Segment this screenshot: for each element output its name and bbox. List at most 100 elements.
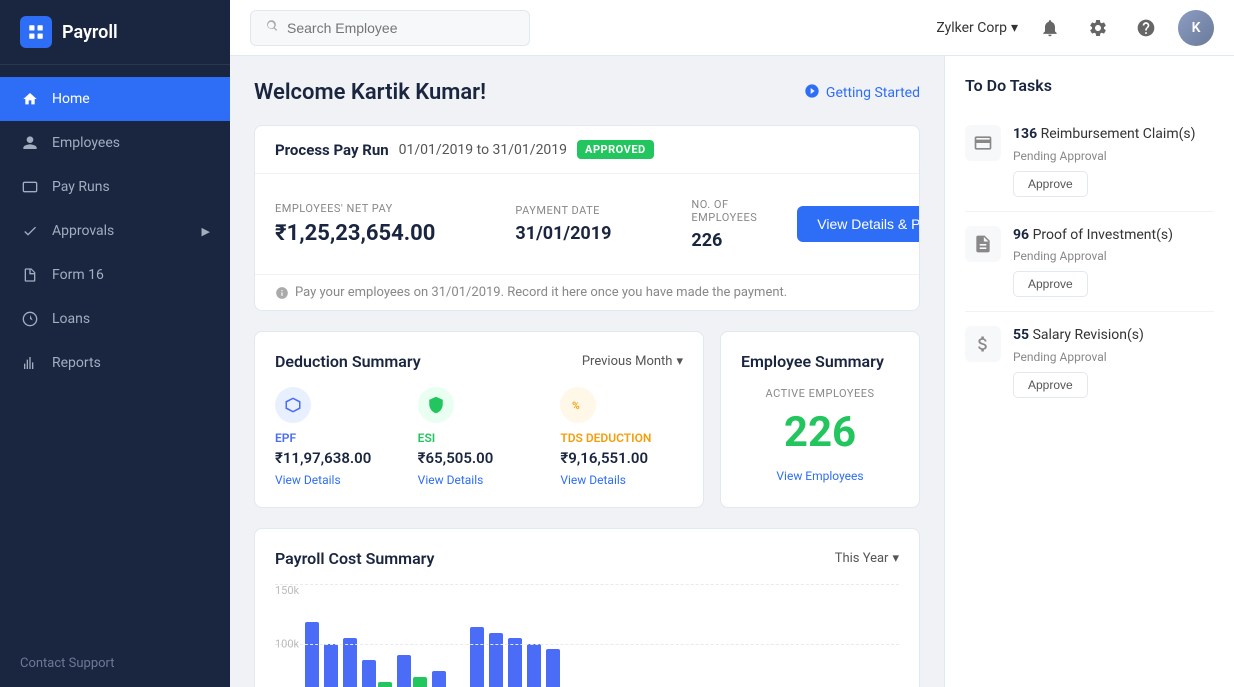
welcome-title: Welcome Kartik Kumar! — [254, 80, 486, 105]
cost-period-selector[interactable]: This Year ▾ — [835, 551, 899, 566]
employees-net-pay-metric: EMPLOYEES' NET PAY ₹1,25,23,654.00 — [275, 202, 435, 246]
view-employees-link[interactable]: View Employees — [741, 469, 899, 483]
active-employees-count: 226 — [741, 408, 899, 457]
notifications-button[interactable] — [1034, 12, 1066, 44]
esi-icon — [418, 387, 454, 423]
payroll-cost-chart: 150k 100k — [275, 584, 899, 687]
search-input[interactable] — [287, 20, 515, 36]
home-icon — [20, 89, 40, 109]
no-employees-value: 226 — [691, 230, 757, 251]
todo-proof-content: 96 Proof of Investment(s) Pending Approv… — [1013, 226, 1214, 298]
todo-salary-count: 55 — [1013, 327, 1029, 343]
reimbursement-approve-button[interactable]: Approve — [1013, 171, 1088, 197]
todo-item-proof-investment: 96 Proof of Investment(s) Pending Approv… — [965, 212, 1214, 313]
content-area: Welcome Kartik Kumar! Getting Started Pr… — [230, 56, 1234, 687]
reports-icon — [20, 353, 40, 373]
todo-proof-subtitle: Pending Approval — [1013, 249, 1214, 263]
tds-type-label: TDS DEDUCTION — [560, 431, 683, 445]
sidebar-item-reports[interactable]: Reports — [0, 341, 230, 385]
search-icon — [265, 19, 279, 37]
no-employees-metric: NO. OF EMPLOYEES 226 — [691, 198, 757, 251]
approvals-icon — [20, 221, 40, 241]
sidebar-item-reports-label: Reports — [52, 355, 101, 371]
deduction-card-header: Deduction Summary Previous Month ▾ — [275, 352, 683, 371]
chart-bar-group — [489, 633, 503, 687]
getting-started-label: Getting Started — [826, 85, 920, 101]
search-bar[interactable] — [250, 10, 530, 46]
avatar[interactable]: K — [1178, 10, 1214, 46]
employees-net-pay-value: ₹1,25,23,654.00 — [275, 221, 435, 246]
proof-approve-button[interactable]: Approve — [1013, 271, 1088, 297]
netpay-bar — [432, 671, 446, 687]
sidebar-item-loans[interactable]: Loans — [0, 297, 230, 341]
sidebar-logo[interactable]: Payroll — [0, 0, 230, 65]
esi-type-label: ESI — [418, 431, 541, 445]
deduction-item-esi: ESI ₹65,505.00 View Details — [418, 387, 541, 487]
sidebar-item-loans-label: Loans — [52, 311, 90, 327]
deduction-period-selector[interactable]: Previous Month ▾ — [582, 354, 683, 369]
chart-bar-group — [546, 649, 560, 687]
todo-salary-type: Salary Revision(s) — [1033, 327, 1144, 343]
company-selector[interactable]: Zylker Corp ▾ — [936, 20, 1018, 36]
todo-salary-text: 55 Salary Revision(s) — [1013, 326, 1214, 346]
header: Zylker Corp ▾ K — [230, 0, 1234, 56]
deduction-summary-card: Deduction Summary Previous Month ▾ EP — [254, 331, 704, 508]
welcome-section: Welcome Kartik Kumar! Getting Started — [254, 80, 920, 105]
no-employees-label: NO. OF EMPLOYEES — [691, 198, 757, 224]
company-chevron-icon: ▾ — [1011, 20, 1018, 36]
netpay-bar — [508, 638, 522, 687]
chart-bar-group — [343, 638, 357, 687]
form16-icon — [20, 265, 40, 285]
settings-button[interactable] — [1082, 12, 1114, 44]
netpay-bar — [305, 622, 319, 687]
deduction-period-chevron-icon: ▾ — [676, 354, 683, 369]
chart-bar-group — [397, 655, 427, 687]
svg-text:%: % — [572, 399, 580, 412]
todo-reimbursement-type: Reimbursement Claim(s) — [1041, 126, 1196, 142]
sidebar: Payroll Home Employees Pay Runs — [0, 0, 230, 687]
sidebar-nav: Home Employees Pay Runs Approvals ▶ — [0, 65, 230, 640]
todo-title: To Do Tasks — [965, 76, 1214, 95]
sidebar-item-form16-label: Form 16 — [52, 267, 104, 283]
employee-summary-title: Employee Summary — [741, 352, 899, 371]
cost-period-chevron-icon: ▾ — [892, 551, 899, 566]
sidebar-item-form16[interactable]: Form 16 — [0, 253, 230, 297]
cost-period-label: This Year — [835, 551, 889, 566]
sidebar-item-payruns[interactable]: Pay Runs — [0, 165, 230, 209]
esi-amount: ₹65,505.00 — [418, 449, 541, 467]
todo-item-salary-revision: 55 Salary Revision(s) Pending Approval A… — [965, 312, 1214, 412]
deduction-items: EPF ₹11,97,638.00 View Details ESI ₹65,5… — [275, 387, 683, 487]
tds-view-details-link[interactable]: View Details — [560, 473, 683, 487]
salary-approve-button[interactable]: Approve — [1013, 372, 1088, 398]
reimbursement-icon — [965, 125, 1001, 161]
deduction-item-epf: EPF ₹11,97,638.00 View Details — [275, 387, 398, 487]
help-button[interactable] — [1130, 12, 1162, 44]
netpay-bar — [362, 660, 376, 687]
main-content: Welcome Kartik Kumar! Getting Started Pr… — [230, 56, 944, 687]
payment-date-value: 31/01/2019 — [515, 223, 611, 244]
view-details-pay-button[interactable]: View Details & Pay — [797, 206, 920, 242]
sidebar-item-approvals[interactable]: Approvals ▶ — [0, 209, 230, 253]
esi-view-details-link[interactable]: View Details — [418, 473, 541, 487]
employees-icon — [20, 133, 40, 153]
netpay-bar — [546, 649, 560, 687]
active-employees-label: ACTIVE EMPLOYEES — [741, 387, 899, 400]
chart-bar-group — [324, 644, 338, 687]
cost-card-header: Payroll Cost Summary This Year ▾ — [275, 549, 899, 568]
getting-started-link[interactable]: Getting Started — [804, 83, 920, 103]
sidebar-item-employees-label: Employees — [52, 135, 120, 151]
taxes-bar — [413, 677, 427, 687]
epf-view-details-link[interactable]: View Details — [275, 473, 398, 487]
todo-reimbursement-content: 136 Reimbursement Claim(s) Pending Appro… — [1013, 125, 1214, 197]
sidebar-item-home[interactable]: Home — [0, 77, 230, 121]
deduction-card-title: Deduction Summary — [275, 352, 421, 371]
todo-item-reimbursement: 136 Reimbursement Claim(s) Pending Appro… — [965, 111, 1214, 212]
chart-bars-area — [275, 584, 899, 687]
taxes-bar — [378, 682, 392, 687]
summary-row: Deduction Summary Previous Month ▾ EP — [254, 331, 920, 508]
netpay-bar — [324, 644, 338, 687]
contact-support[interactable]: Contact Support — [0, 640, 230, 687]
sidebar-item-employees[interactable]: Employees — [0, 121, 230, 165]
pay-run-details: EMPLOYEES' NET PAY ₹1,25,23,654.00 PAYME… — [255, 174, 919, 274]
todo-reimbursement-count: 136 — [1013, 126, 1037, 142]
